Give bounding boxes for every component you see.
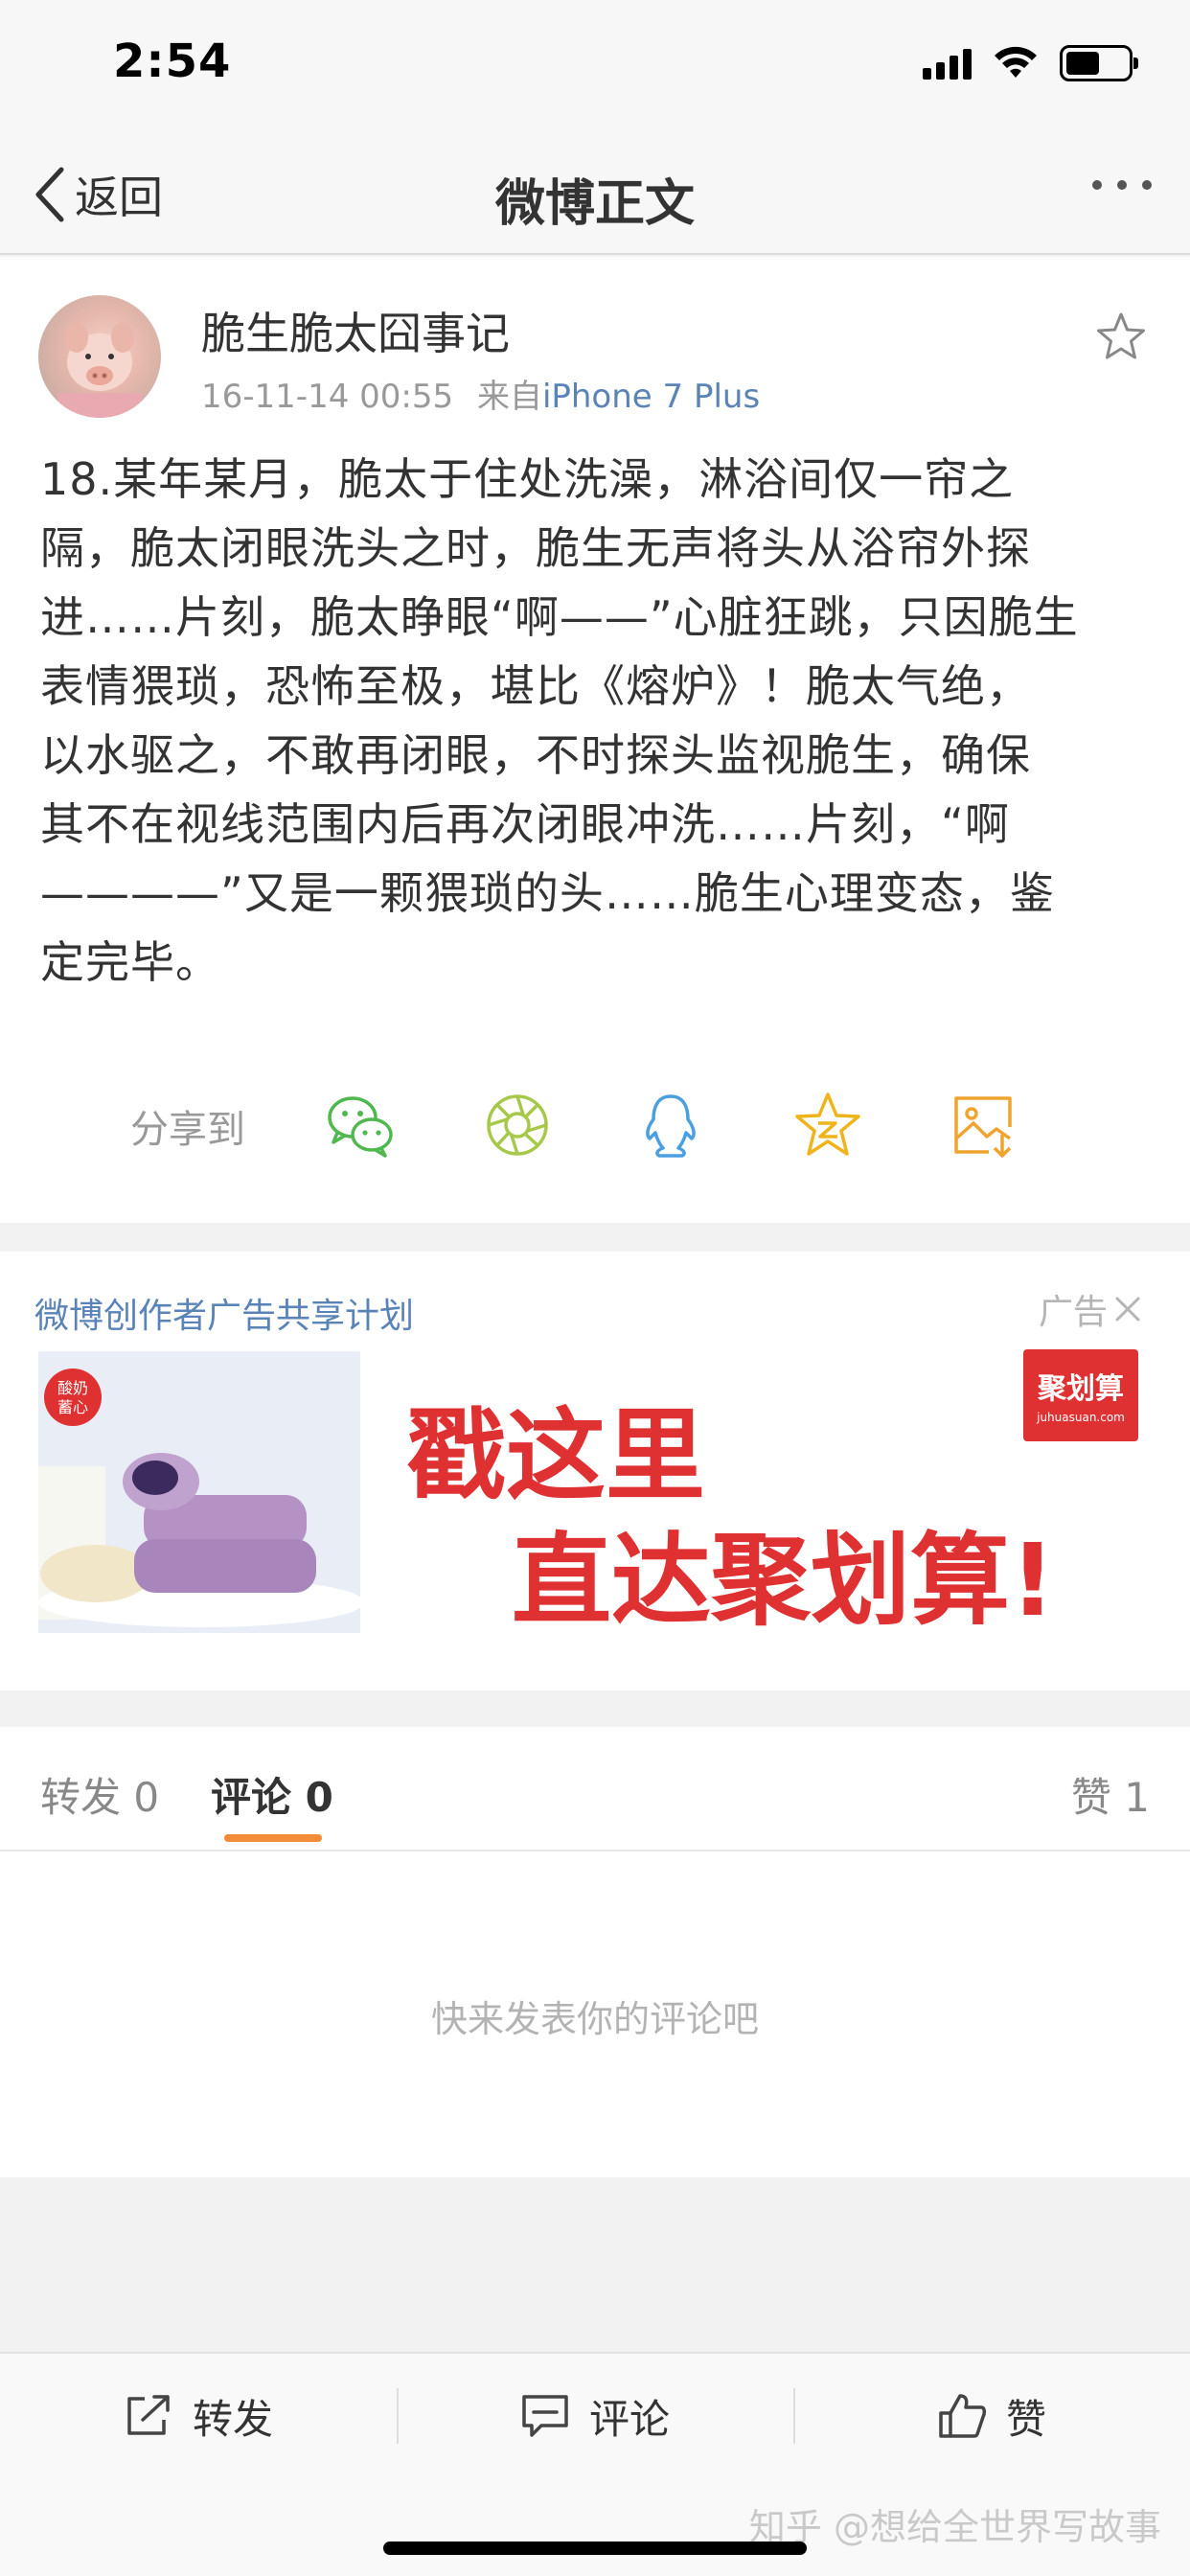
- post-time: 16-11-14 00:55: [201, 378, 454, 416]
- tab-like[interactable]: 赞 1: [1071, 1765, 1150, 1824]
- ad-logo-text: 聚划算: [1038, 1372, 1124, 1406]
- more-button[interactable]: [1092, 180, 1152, 190]
- repost-label: 转发: [192, 2395, 273, 2443]
- post-text-line: 表情猥琐，恐怖至极，堪比《熔炉》！脆太气绝，: [40, 660, 1031, 712]
- more-dot-icon: [1117, 180, 1127, 190]
- status-bar: 2:54: [0, 0, 1190, 134]
- bottom-toolbar: 转发 评论 赞 知乎 @想给全世界写故事: [0, 2352, 1190, 2576]
- thumbs-up-icon: [939, 2394, 987, 2438]
- like-button[interactable]: 赞: [793, 2354, 1190, 2478]
- avatar[interactable]: [38, 295, 161, 418]
- status-time: 2:54: [113, 34, 232, 88]
- more-dot-icon: [1142, 180, 1152, 190]
- ad-logo-domain: juhuasuan.com: [1037, 1411, 1125, 1424]
- interaction-tabs: 转发 0 评论 0 赞 1: [0, 1727, 1190, 1852]
- post-text-line: 其不在视线范围内后再次闭眼冲洗……片刻，“啊: [40, 798, 1010, 850]
- share-label: 分享到: [130, 1108, 245, 1152]
- repost-button[interactable]: 转发: [0, 2354, 397, 2478]
- ad-product-image: 酸奶 蓄心: [38, 1351, 360, 1633]
- pig-avatar-icon: [57, 322, 142, 418]
- close-icon[interactable]: [1113, 1295, 1142, 1323]
- favorite-star-icon[interactable]: [1094, 310, 1148, 364]
- watermark: 知乎 @想给全世界写故事: [748, 2506, 1161, 2548]
- nav-bar: 返回 微博正文: [0, 134, 1190, 255]
- qq-icon[interactable]: [634, 1089, 707, 1162]
- qzone-icon[interactable]: [791, 1089, 864, 1162]
- post-card: 脆生脆太囧事记 16-11-14 00:55 来自iPhone 7 Plus 1…: [0, 257, 1190, 1223]
- ad-tag-label: 广告: [1038, 1293, 1108, 1332]
- save-image-icon[interactable]: [947, 1089, 1019, 1162]
- post-text-line: ————”又是一颗猥琐的头……脆生心理变态，鉴: [40, 867, 1055, 919]
- post-source[interactable]: iPhone 7 Plus: [542, 378, 760, 416]
- ad-title[interactable]: 微博创作者广告共享计划: [34, 1288, 414, 1338]
- cellular-signal-icon: [923, 47, 972, 80]
- tab-repost[interactable]: 转发 0: [40, 1765, 159, 1824]
- ad-headline-2[interactable]: 直达聚划算!: [512, 1499, 1055, 1644]
- ad-tag[interactable]: 广告: [1039, 1284, 1142, 1334]
- comments-area: 快来发表你的评论吧: [0, 1852, 1190, 2177]
- status-icons: [923, 42, 1138, 84]
- post-text-line: 定完毕。: [40, 936, 220, 988]
- author-name[interactable]: 脆生脆太囧事记: [201, 299, 510, 362]
- comment-icon: [522, 2395, 568, 2437]
- home-indicator[interactable]: [383, 2542, 807, 2555]
- post-text-line: 以水驱之，不敢再闭眼，不时探头监视脆生，确保: [40, 729, 1031, 781]
- post-text: 18.某年某月，脆太于住处洗澡，淋浴间仅一帘之 隔，脆太闭眼洗头之时，脆生无声将…: [40, 445, 1152, 997]
- post-meta: 16-11-14 00:55 来自iPhone 7 Plus: [201, 370, 760, 417]
- svg-text:酸奶: 酸奶: [57, 1379, 88, 1397]
- ad-headline-1[interactable]: 戳这里: [406, 1374, 705, 1519]
- svg-text:蓄心: 蓄心: [57, 1398, 88, 1416]
- ad-card[interactable]: 微博创作者广告共享计划 广告 酸奶 蓄心 戳这里 直达聚划算! 聚划算 juhu…: [0, 1252, 1190, 1690]
- wifi-icon: [995, 46, 1037, 78]
- post-text-line: 隔，脆太闭眼洗头之时，脆生无声将头从浴帘外探: [40, 522, 1031, 574]
- ad-brand-logo[interactable]: 聚划算 juhuasuan.com: [1023, 1349, 1138, 1441]
- empty-comments-text: 快来发表你的评论吧: [430, 1998, 759, 2040]
- battery-icon: [1060, 45, 1138, 81]
- source-prefix: 来自: [476, 378, 542, 416]
- moments-icon[interactable]: [481, 1089, 554, 1162]
- more-dot-icon: [1092, 180, 1102, 190]
- comment-label: 评论: [588, 2395, 670, 2443]
- ad-image[interactable]: 酸奶 蓄心: [38, 1351, 360, 1633]
- share-row: 分享到: [0, 1070, 1190, 1165]
- active-tab-indicator: [224, 1834, 322, 1842]
- page-title: 微博正文: [494, 175, 695, 233]
- comment-button[interactable]: 评论: [397, 2354, 793, 2478]
- repost-icon: [127, 2395, 170, 2435]
- post-text-line: 18.某年某月，脆太于住处洗澡，淋浴间仅一帘之: [40, 453, 1015, 505]
- tab-comment[interactable]: 评论 0: [211, 1765, 333, 1824]
- wechat-icon[interactable]: [324, 1089, 397, 1162]
- like-label: 赞: [1005, 2395, 1046, 2443]
- post-text-line: 进……片刻，脆太睁眼“啊——”心脏狂跳，只因脆生: [40, 591, 1079, 643]
